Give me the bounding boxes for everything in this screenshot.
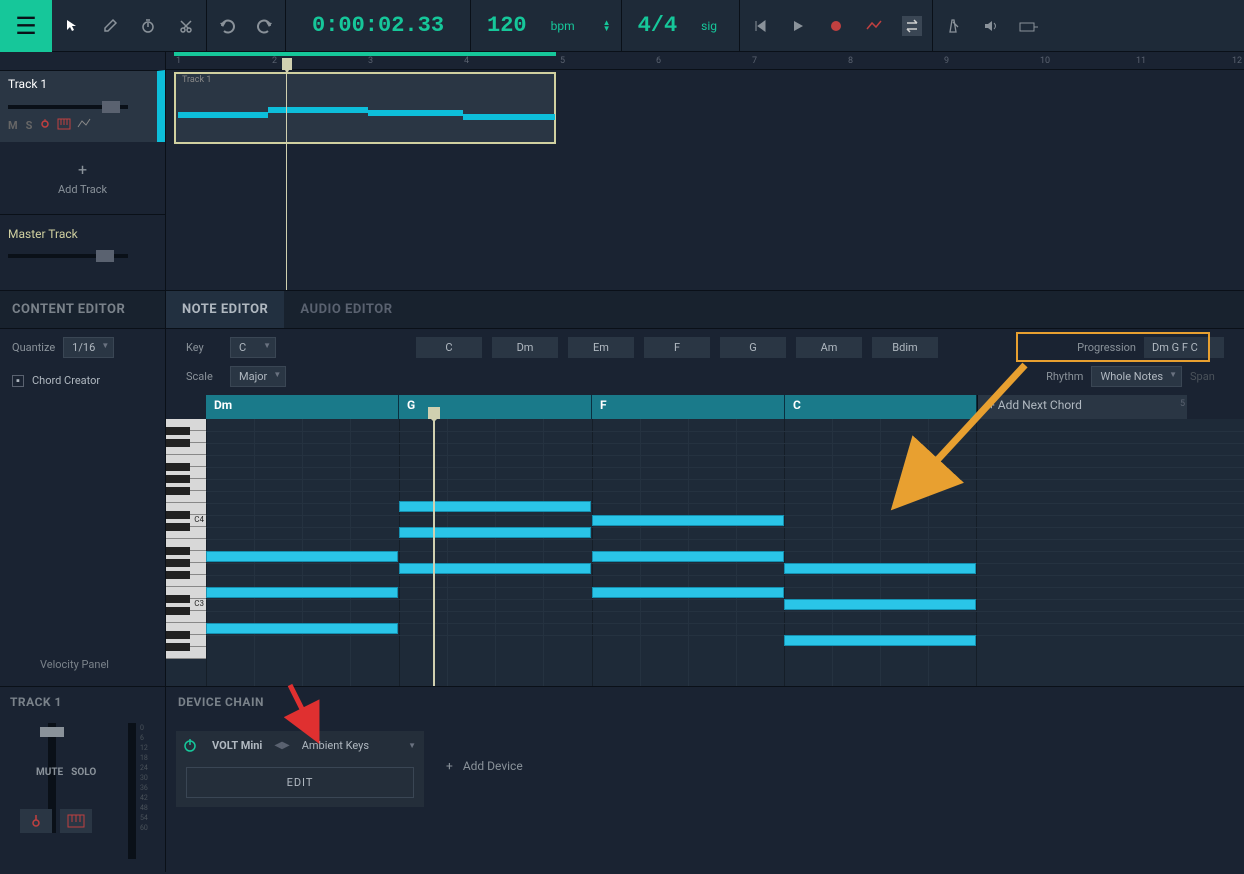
- midi-note[interactable]: [399, 563, 591, 574]
- add-next-chord-button[interactable]: + Add Next Chord: [977, 395, 1187, 419]
- plus-icon: +: [0, 160, 165, 179]
- tab-audio-editor[interactable]: AUDIO EDITOR: [284, 291, 408, 328]
- loop-button[interactable]: [902, 16, 922, 36]
- skip-back-button[interactable]: [750, 16, 770, 36]
- chord-creator-toggle[interactable]: ▪ Chord Creator: [0, 366, 165, 395]
- chord-button-bdim[interactable]: Bdim: [872, 337, 938, 358]
- chord-slot-f[interactable]: F: [592, 395, 785, 419]
- chord-button-dm[interactable]: Dm: [492, 337, 558, 358]
- chord-button-am[interactable]: Am: [796, 337, 862, 358]
- chord-button-f[interactable]: F: [644, 337, 710, 358]
- midi-note[interactable]: [592, 551, 784, 562]
- chord-slot-dm[interactable]: Dm: [206, 395, 399, 419]
- midi-note[interactable]: [592, 587, 784, 598]
- device-chain-header: DEVICE CHAIN: [166, 687, 1244, 717]
- preset-dropdown[interactable]: ▼: [408, 741, 416, 750]
- track-mixer-header: TRACK 1: [0, 687, 165, 717]
- tab-note-editor[interactable]: NOTE EDITOR: [166, 291, 284, 328]
- solo-button[interactable]: SOLO: [71, 767, 96, 778]
- quantize-select[interactable]: 1/16: [63, 337, 114, 358]
- main-menu-button[interactable]: ☰: [0, 0, 52, 52]
- time-display[interactable]: 0:00:02.33: [296, 13, 460, 38]
- master-track[interactable]: Master Track: [0, 214, 165, 270]
- note-grid[interactable]: [206, 419, 1244, 686]
- progression-input[interactable]: Dm G F C: [1144, 337, 1224, 358]
- play-button[interactable]: [788, 16, 808, 36]
- rhythm-label: Rhythm: [1046, 370, 1083, 383]
- progression-label: Progression: [1077, 341, 1136, 354]
- tempo-value[interactable]: 120: [481, 13, 533, 38]
- content-editor-header: CONTENT EDITOR: [0, 291, 165, 329]
- preset-name: Ambient Keys: [294, 739, 377, 752]
- scale-label: Scale: [186, 370, 220, 383]
- arrangement-ruler[interactable]: 1 2 3 4 5 6 7 8 9 10 11 12: [166, 52, 1244, 70]
- span-label: Span: [1190, 370, 1224, 383]
- automation-icon[interactable]: [864, 16, 884, 36]
- rhythm-select[interactable]: Whole Notes: [1091, 366, 1182, 387]
- piano-roll-playhead[interactable]: [433, 419, 435, 686]
- chord-button-c[interactable]: C: [416, 337, 482, 358]
- tempo-spinner[interactable]: ▲▼: [603, 20, 611, 32]
- track-name: Track 1: [8, 77, 149, 91]
- device-power-button[interactable]: [176, 731, 204, 759]
- device-name: VOLT Mini: [204, 739, 270, 752]
- record-arm-button[interactable]: [20, 809, 52, 833]
- scale-select[interactable]: Major: [230, 366, 286, 387]
- midi-note[interactable]: [206, 623, 398, 634]
- pencil-tool[interactable]: [100, 16, 120, 36]
- add-device-button[interactable]: + Add Device: [446, 759, 523, 773]
- midi-clip[interactable]: Track 1: [174, 72, 556, 144]
- timesig-unit: sig: [701, 19, 729, 33]
- clip-label: Track 1: [178, 74, 215, 86]
- mute-button[interactable]: MUTE: [36, 767, 63, 778]
- pointer-tool[interactable]: [62, 16, 82, 36]
- midi-note[interactable]: [592, 515, 784, 526]
- timer-tool[interactable]: [138, 16, 158, 36]
- midi-note[interactable]: [784, 599, 976, 610]
- chord-button-g[interactable]: G: [720, 337, 786, 358]
- plus-icon: +: [446, 759, 453, 773]
- chord-button-em[interactable]: Em: [568, 337, 634, 358]
- midi-input-button[interactable]: [60, 809, 92, 833]
- meter-scale: 06121824303642485460: [140, 723, 148, 833]
- track-record-button[interactable]: [40, 119, 50, 132]
- track-solo-button[interactable]: S: [26, 119, 33, 132]
- track-mute-button[interactable]: M: [8, 119, 18, 132]
- track-volume-slider[interactable]: [8, 101, 128, 113]
- track-item[interactable]: Track 1 M S: [0, 70, 165, 142]
- preset-prev-next[interactable]: ◀▶: [270, 740, 293, 751]
- midi-note[interactable]: [399, 501, 591, 512]
- timesig-value[interactable]: 4/4: [632, 13, 684, 38]
- menu-icon: ☰: [15, 12, 37, 40]
- track-automation-button[interactable]: [78, 119, 90, 132]
- arrangement-view[interactable]: 1 2 3 4 5 6 7 8 9 10 11 12 Track 1: [166, 52, 1244, 290]
- midi-note[interactable]: [784, 563, 976, 574]
- key-select[interactable]: C: [230, 337, 276, 358]
- playhead[interactable]: [282, 58, 292, 70]
- master-track-name: Master Track: [8, 227, 78, 241]
- midi-note[interactable]: [206, 551, 398, 562]
- undo-button[interactable]: [217, 16, 237, 36]
- level-meter: [128, 723, 136, 859]
- checkbox-icon: ▪: [12, 375, 24, 387]
- midi-note[interactable]: [784, 635, 976, 646]
- chord-slot-c[interactable]: C: [785, 395, 977, 419]
- redo-button[interactable]: [255, 16, 275, 36]
- scissors-tool[interactable]: [176, 16, 196, 36]
- tempo-unit: bpm: [551, 19, 581, 33]
- add-track-button[interactable]: + Add Track: [0, 142, 165, 214]
- metronome-icon[interactable]: [943, 16, 963, 36]
- piano-keyboard[interactable]: C4C3: [166, 419, 206, 686]
- volume-icon[interactable]: [981, 16, 1001, 36]
- quantize-label: Quantize: [12, 341, 55, 354]
- edit-device-button[interactable]: EDIT: [186, 767, 414, 798]
- midi-icon[interactable]: [1019, 16, 1039, 36]
- master-volume-slider[interactable]: [8, 250, 128, 262]
- instrument-device[interactable]: VOLT Mini ◀▶ Ambient Keys ▼ EDIT: [176, 731, 424, 807]
- midi-note[interactable]: [399, 527, 591, 538]
- midi-note[interactable]: [206, 587, 398, 598]
- track-midi-button[interactable]: [58, 119, 70, 132]
- key-label: Key: [186, 341, 220, 354]
- record-button[interactable]: [826, 16, 846, 36]
